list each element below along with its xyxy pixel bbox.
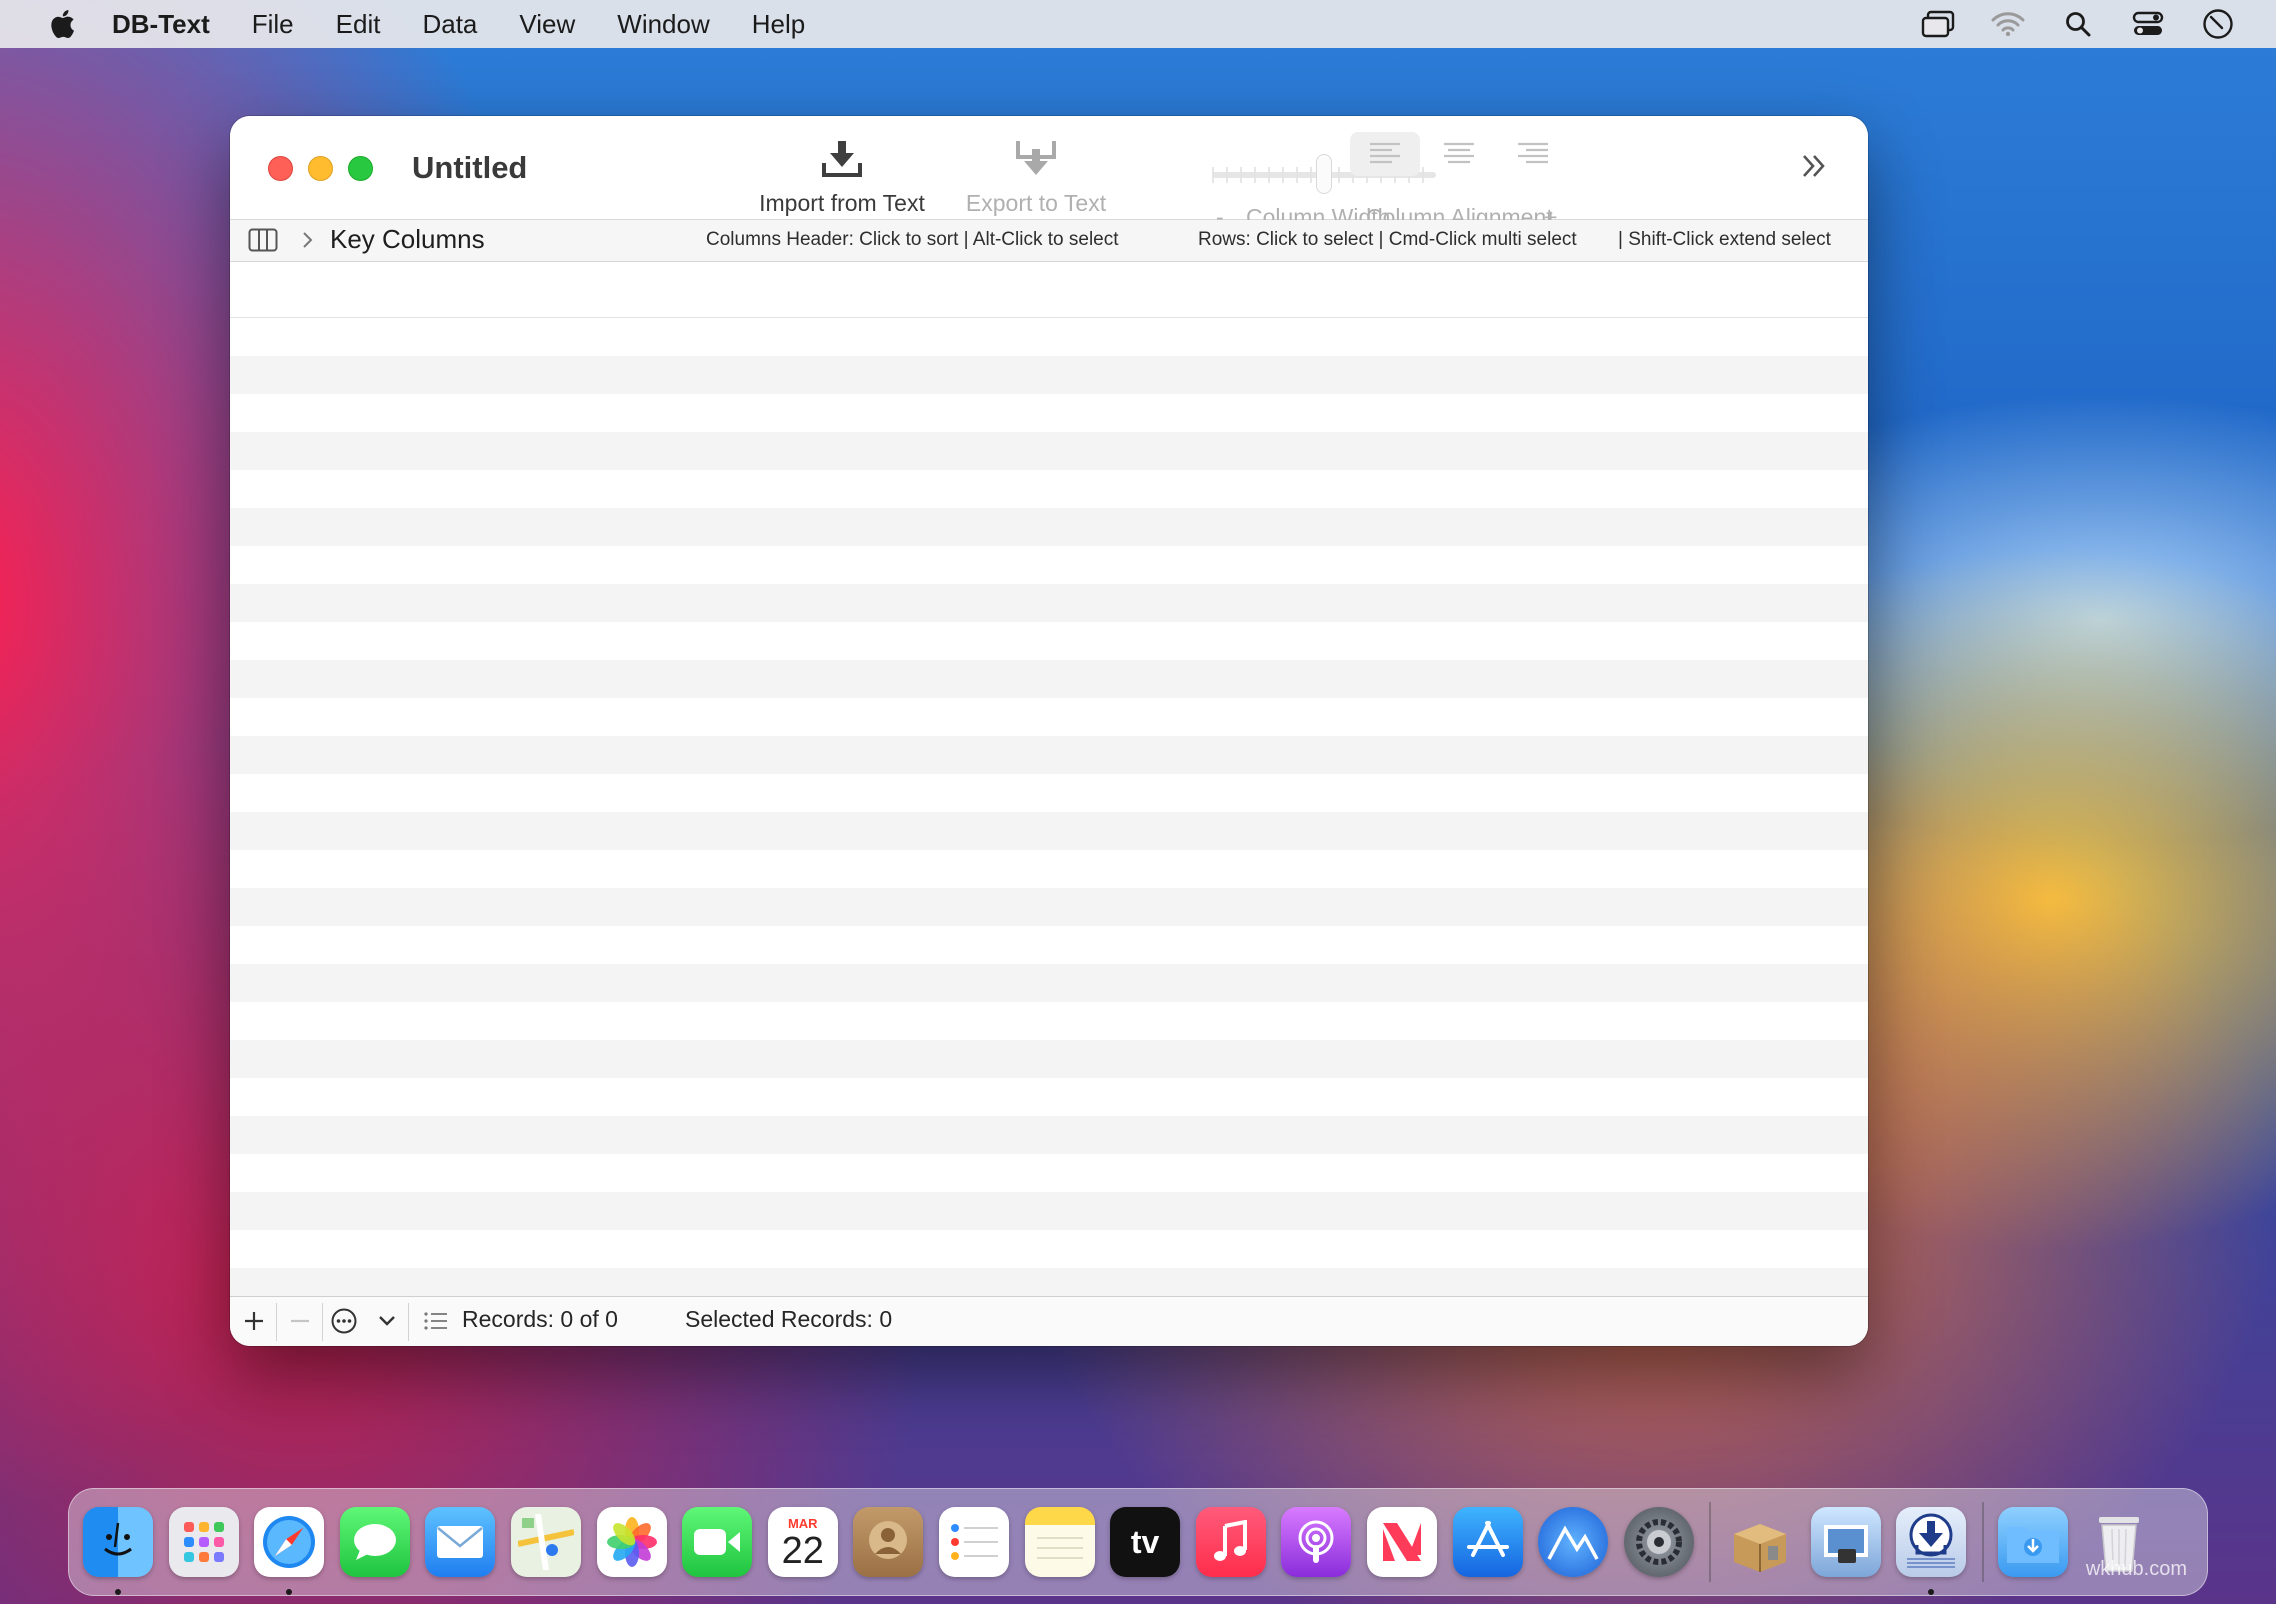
menu-data[interactable]: Data xyxy=(422,9,477,40)
menu-bar: DB-Text File Edit Data View Window Help xyxy=(0,0,2276,48)
apple-logo-icon[interactable] xyxy=(42,9,82,39)
screen-mirroring-icon[interactable] xyxy=(1920,6,1956,42)
apple-tv-icon[interactable]: tv xyxy=(1110,1507,1181,1577)
messages-icon[interactable] xyxy=(339,1507,410,1577)
control-center-icon[interactable] xyxy=(2130,6,2166,42)
watermark-text: wkhub.com xyxy=(2085,1558,2187,1580)
apple-tv-label: tv xyxy=(1130,1523,1160,1560)
status-separator xyxy=(322,1303,323,1341)
launchpad-icon[interactable] xyxy=(168,1507,239,1577)
running-indicator xyxy=(115,1589,121,1595)
align-center-icon xyxy=(1444,142,1474,164)
align-right-button[interactable] xyxy=(1498,132,1568,176)
photos-icon[interactable] xyxy=(596,1507,667,1577)
hint-shift-click: | Shift-Click extend select xyxy=(1618,229,1831,250)
spotlight-search-icon[interactable] xyxy=(2060,6,2096,42)
preview-icon[interactable] xyxy=(1810,1507,1881,1577)
menu-edit[interactable]: Edit xyxy=(336,9,381,40)
key-columns-bar: Key Columns Columns Header: Click to sor… xyxy=(230,220,1868,262)
reminders-icon[interactable] xyxy=(938,1507,1009,1577)
list-icon[interactable] xyxy=(418,1301,454,1341)
table-header[interactable] xyxy=(230,262,1868,318)
window-title: Untitled xyxy=(412,150,528,185)
plus-icon xyxy=(245,1312,263,1330)
more-actions-button[interactable] xyxy=(324,1301,364,1341)
dock-divider xyxy=(1709,1502,1712,1582)
app-store-icon[interactable] xyxy=(1452,1507,1523,1577)
align-center-button[interactable] xyxy=(1424,132,1494,176)
podcasts-icon[interactable] xyxy=(1281,1507,1352,1577)
system-preferences-icon[interactable] xyxy=(1623,1507,1694,1577)
mail-icon[interactable] xyxy=(425,1507,496,1577)
running-indicator xyxy=(286,1589,293,1595)
chevron-down-icon xyxy=(379,1316,395,1326)
toolbar-overflow-chevron-icon[interactable] xyxy=(1796,146,1832,186)
screen-time-icon[interactable] xyxy=(2200,6,2236,42)
calendar-month: MAR xyxy=(787,1515,818,1531)
remove-record-button[interactable] xyxy=(280,1301,320,1341)
close-window-button[interactable] xyxy=(268,156,293,181)
menu-file[interactable]: File xyxy=(252,9,294,40)
align-left-button[interactable] xyxy=(1350,132,1420,176)
archive-utility-icon[interactable] xyxy=(1725,1507,1795,1577)
title-bar: Untitled Import from Text Export to Text… xyxy=(230,116,1868,230)
minimize-window-button[interactable] xyxy=(308,156,333,181)
status-separator xyxy=(408,1303,409,1341)
maps-icon[interactable] xyxy=(510,1507,581,1577)
main-window: Untitled Import from Text Export to Text… xyxy=(230,116,1868,1346)
add-record-button[interactable] xyxy=(234,1301,274,1341)
table-rows-empty[interactable] xyxy=(230,318,1868,1296)
downloads-folder-icon[interactable] xyxy=(1998,1507,2069,1577)
dock-divider xyxy=(1982,1502,1985,1582)
contacts-icon[interactable] xyxy=(853,1507,924,1577)
import-from-text-button[interactable]: Import from Text xyxy=(738,134,946,217)
facetime-icon[interactable] xyxy=(682,1507,753,1577)
selected-records-count: Selected Records: 0 xyxy=(685,1306,893,1332)
news-icon[interactable] xyxy=(1366,1507,1437,1577)
running-indicator xyxy=(1928,1589,1935,1595)
dock: MAR 22 tv wkhub.com xyxy=(68,1488,2208,1596)
import-icon xyxy=(820,134,864,184)
sidebar-toggle-icon[interactable] xyxy=(248,226,278,254)
status-bar: Records: 0 of 0 Selected Records: 0 xyxy=(230,1296,1868,1346)
finder-icon[interactable] xyxy=(83,1507,153,1595)
records-table[interactable] xyxy=(230,262,1868,1296)
records-count: Records: 0 of 0 xyxy=(462,1306,618,1332)
menu-window[interactable]: Window xyxy=(617,9,709,40)
column-width-slider-knob[interactable] xyxy=(1316,154,1332,194)
calendar-icon[interactable]: MAR 22 xyxy=(767,1507,838,1577)
notes-icon[interactable] xyxy=(1024,1507,1095,1577)
align-left-icon xyxy=(1370,142,1400,164)
ellipsis-circle-icon xyxy=(331,1308,357,1334)
disclosure-chevron-right-icon[interactable] xyxy=(298,226,318,254)
macos-installer-icon[interactable] xyxy=(1538,1507,1609,1577)
import-label: Import from Text xyxy=(759,190,925,216)
key-columns-title[interactable]: Key Columns xyxy=(330,224,485,255)
menu-help[interactable]: Help xyxy=(752,9,805,40)
hint-rows: Rows: Click to select | Cmd-Click multi … xyxy=(1198,229,1577,250)
export-label: Export to Text xyxy=(965,190,1107,216)
menu-app-name[interactable]: DB-Text xyxy=(112,9,210,40)
music-icon[interactable] xyxy=(1195,1507,1266,1577)
export-icon xyxy=(1014,134,1058,184)
menu-view[interactable]: View xyxy=(519,9,575,40)
align-right-icon xyxy=(1518,142,1548,164)
status-separator xyxy=(276,1303,277,1341)
zoom-window-button[interactable] xyxy=(348,156,373,181)
minus-icon xyxy=(291,1319,309,1323)
db-text-app-icon[interactable] xyxy=(1896,1507,1967,1595)
more-actions-dropdown[interactable] xyxy=(372,1301,402,1341)
calendar-day: 22 xyxy=(781,1529,824,1572)
hint-columns-header: Columns Header: Click to sort | Alt-Clic… xyxy=(706,229,1119,250)
safari-icon[interactable] xyxy=(254,1507,325,1595)
wifi-icon[interactable] xyxy=(1990,6,2026,42)
